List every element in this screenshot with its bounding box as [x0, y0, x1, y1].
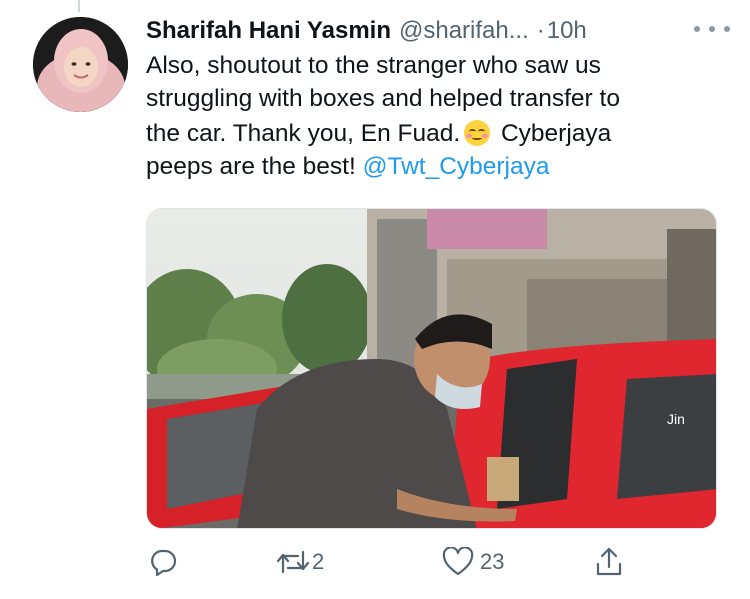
author-handle[interactable]: @sharifah...: [399, 17, 529, 45]
tweet-header: Sharifah Hani Yasmin @sharifah... · 10h: [146, 14, 730, 48]
author-name[interactable]: Sharifah Hani Yasmin: [146, 17, 391, 45]
tweet-text-line: Also, shoutout to the stranger who saw u…: [146, 52, 601, 79]
share-button[interactable]: [594, 540, 624, 584]
blush-emoji-icon: [464, 120, 491, 146]
tweet-text-segment: Cyberjaya: [500, 120, 612, 147]
tweet-text-line: struggling with boxes and helped transfe…: [146, 84, 620, 112]
tweet-photo[interactable]: Jin: [146, 208, 717, 529]
retweet-button[interactable]: 2: [274, 540, 324, 584]
like-count: 23: [480, 549, 505, 574]
reply-icon: [151, 549, 177, 577]
tweet-text-line: the car. Thank you, En Fuad. Cyberjaya: [146, 115, 736, 151]
tweet-text-segment: peeps are the best!: [146, 152, 356, 180]
retweet-count: 2: [312, 549, 325, 574]
avatar-photo: [33, 17, 128, 112]
reply-button[interactable]: [148, 540, 184, 584]
more-icon[interactable]: [694, 17, 730, 41]
tweet-text-line: peeps are the best! @Twt_Cyberjaya: [146, 151, 736, 184]
tweet-actions: 2 23: [146, 540, 626, 584]
retweet-icon: [276, 550, 310, 574]
photo-man-loading-car: Jin: [147, 209, 716, 528]
svg-text:Jin: Jin: [667, 411, 685, 427]
tweet-text-segment: the car. Thank you, En Fuad.: [146, 120, 461, 147]
like-button[interactable]: 23: [442, 540, 504, 584]
timestamp[interactable]: 10h: [547, 17, 587, 45]
separator-dot: ·: [536, 17, 545, 44]
thread-connector-line: [78, 0, 80, 12]
share-icon: [596, 547, 622, 576]
avatar[interactable]: [33, 17, 128, 112]
tweet-text: Also, shoutout to the stranger who saw u…: [146, 50, 736, 183]
mention-link[interactable]: @Twt_Cyberjaya: [363, 153, 550, 180]
like-icon: [442, 547, 474, 576]
